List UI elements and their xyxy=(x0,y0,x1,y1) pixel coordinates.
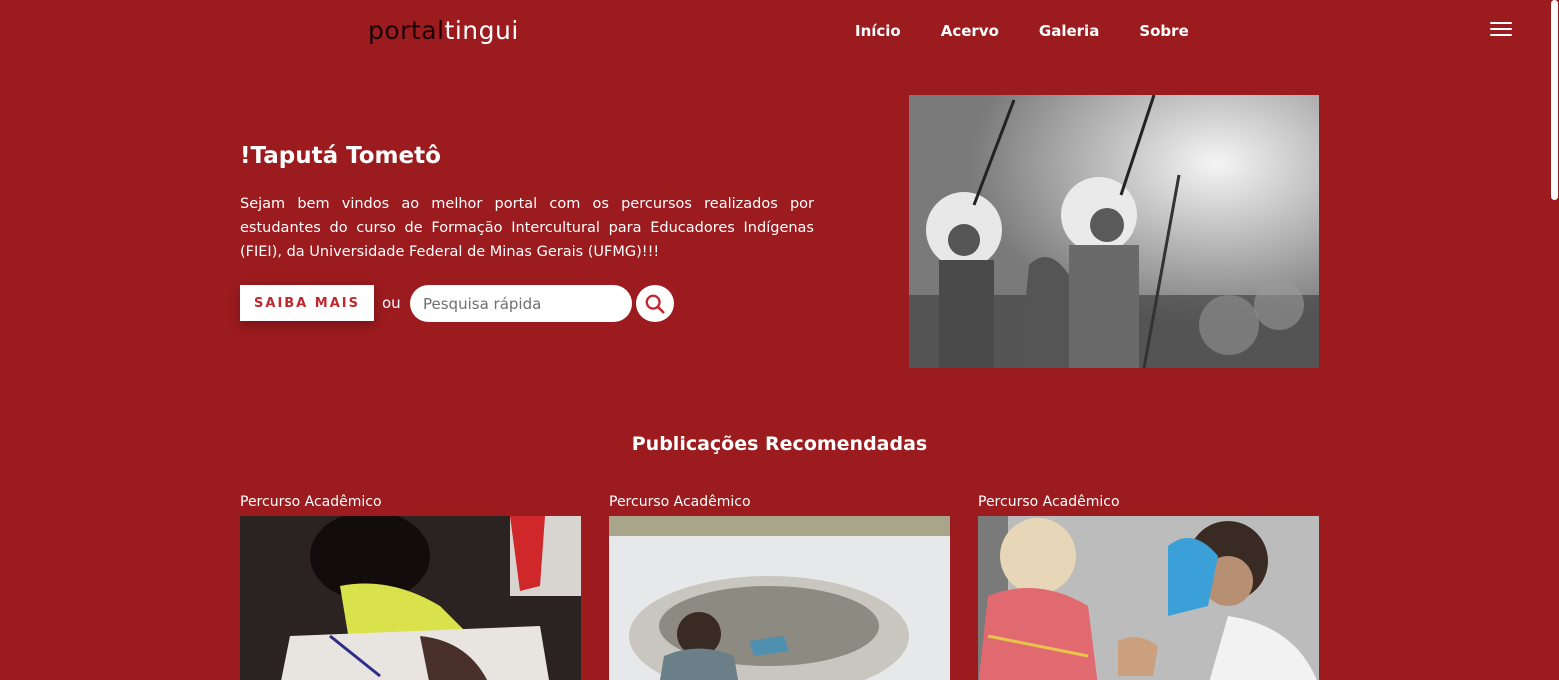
logo-part-tingui: tingui xyxy=(444,16,519,45)
search-button[interactable] xyxy=(636,285,674,322)
card-image[interactable] xyxy=(609,516,950,680)
nav-link-acervo[interactable]: Acervo xyxy=(941,20,999,42)
publication-card[interactable]: Percurso Acadêmico xyxy=(609,492,950,680)
card-image[interactable] xyxy=(978,516,1319,680)
logo-part-portal: portal xyxy=(368,16,445,45)
logo[interactable]: portaltingui xyxy=(368,14,519,48)
recommended-section-title: Publicações Recomendadas xyxy=(631,433,928,455)
card-category: Percurso Acadêmico xyxy=(609,494,751,510)
nav-links: Início Acervo Galeria Sobre xyxy=(855,20,1229,42)
search-icon xyxy=(645,294,665,314)
search-input[interactable] xyxy=(410,285,632,322)
nav-link-galeria[interactable]: Galeria xyxy=(1039,20,1099,42)
scrollbar-thumb[interactable] xyxy=(1551,0,1558,200)
menu-icon[interactable] xyxy=(1490,22,1512,40)
scrollbar[interactable] xyxy=(1550,0,1559,680)
saiba-mais-button[interactable]: SAIBA MAIS xyxy=(240,285,374,321)
nav-link-sobre[interactable]: Sobre xyxy=(1139,20,1188,42)
card-category: Percurso Acadêmico xyxy=(978,494,1120,510)
hero-photo xyxy=(909,95,1319,368)
nav-link-inicio[interactable]: Início xyxy=(855,20,901,42)
card-image[interactable] xyxy=(240,516,581,680)
publication-card[interactable]: Percurso Acadêmico xyxy=(978,492,1319,680)
hero-text: Sejam bem vindos ao melhor portal com os… xyxy=(240,196,814,260)
or-label: ou xyxy=(382,294,401,312)
navbar: portaltingui Início Acervo Galeria Sobre xyxy=(0,0,1559,64)
publication-card[interactable]: Percurso Acadêmico xyxy=(240,492,581,680)
hero-title: !Taputá Tometô xyxy=(240,143,441,169)
card-category: Percurso Acadêmico xyxy=(240,494,382,510)
